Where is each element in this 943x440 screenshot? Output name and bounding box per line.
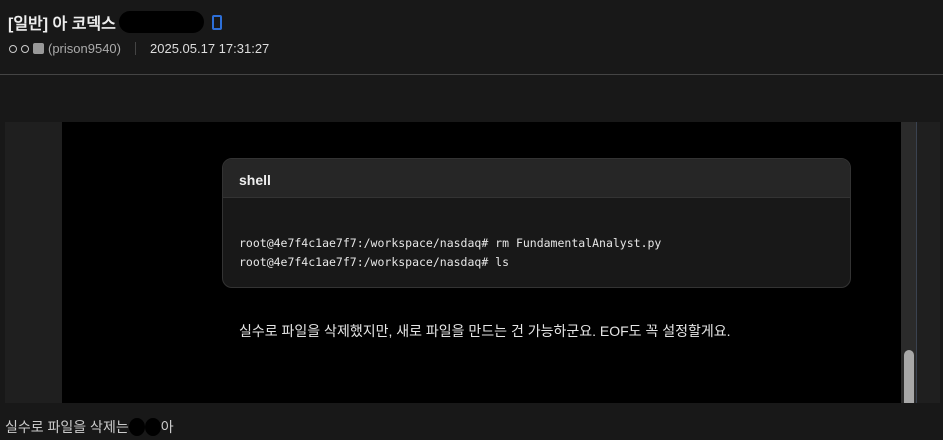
code-language: shell [223, 159, 850, 198]
code-block: shell root@4e7f4c1ae7f7:/workspace/nasda… [222, 158, 851, 288]
nickname-circle-icon [9, 44, 17, 53]
code-content: root@4e7f4c1ae7f7:/workspace/nasdaq# rm … [223, 198, 850, 272]
nickname-circle-icon [21, 44, 29, 53]
redaction-mark [128, 418, 145, 436]
screenshot-content: shell root@4e7f4c1ae7f7:/workspace/nasda… [62, 122, 901, 403]
divider [0, 74, 943, 75]
divider [135, 42, 136, 55]
post-title: [일반] 아 코덱스 [8, 10, 222, 34]
post-meta: (prison9540) 2025.05.17 17:31:27 [9, 41, 269, 56]
user-level-icon [33, 43, 44, 54]
redaction-mark [144, 418, 161, 436]
mobile-icon [211, 14, 222, 30]
post-title-text: [일반] 아 코덱스 [8, 16, 116, 33]
post-body-text: 실수로 파일을 삭제는 아 [5, 417, 174, 437]
code-line: root@4e7f4c1ae7f7:/workspace/nasdaq# ls [239, 255, 510, 269]
post-date: 2025.05.17 17:31:27 [150, 41, 270, 56]
caption-text: 아 [160, 419, 174, 435]
embedded-screenshot: shell root@4e7f4c1ae7f7:/workspace/nasda… [5, 122, 940, 403]
caption-text: 실수로 파일을 삭제는 [5, 419, 129, 435]
assistant-message: 실수로 파일을 삭제했지만, 새로 파일을 만드는 건 가능하군요. EOF도 … [239, 323, 731, 339]
author-id[interactable]: (prison9540) [48, 41, 121, 56]
redaction-mark [118, 11, 204, 33]
code-line: root@4e7f4c1ae7f7:/workspace/nasdaq# rm … [239, 236, 662, 250]
scrollbar-thumb[interactable] [904, 350, 914, 403]
